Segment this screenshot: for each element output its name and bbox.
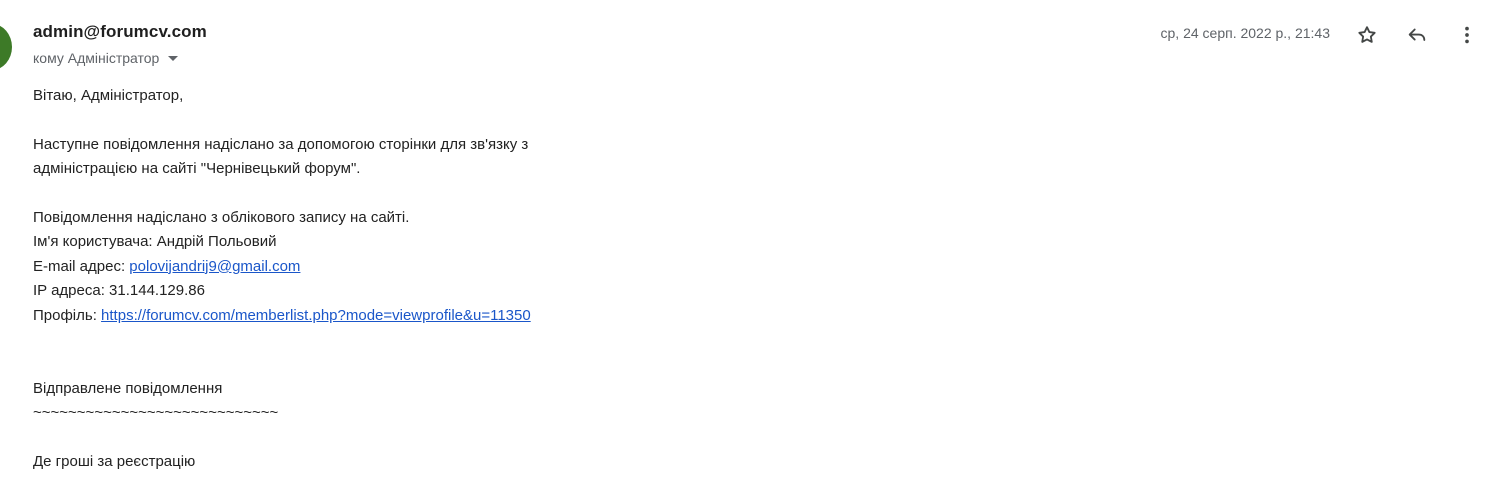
intro-line-1: Наступне повідомлення надіслано за допом… <box>33 135 529 153</box>
ip-value: 31.144.129.86 <box>109 282 205 300</box>
profile-label: Профіль: <box>33 306 97 324</box>
profile-link[interactable]: https://forumcv.com/memberlist.php?mode=… <box>101 307 531 324</box>
caret-down-icon[interactable] <box>168 56 179 61</box>
greeting: Вітаю, Адміністратор, <box>33 87 184 104</box>
username-label: Ім'я користувача: <box>33 233 153 251</box>
reply-arrow-icon <box>1408 28 1426 41</box>
reply-button[interactable] <box>1404 22 1430 48</box>
profile-line: Профіль: https://forumcv.com/memberlist.… <box>33 304 733 328</box>
vertical-dots-icon <box>1465 26 1469 44</box>
star-button[interactable] <box>1354 22 1380 48</box>
username-line: Ім'я користувача: Андрій Польовий <box>33 230 733 254</box>
recipient-details-toggle[interactable]: кому Адміністратор <box>33 50 179 66</box>
email-view: admin@forumcv.com кому Адміністратор ср,… <box>0 0 1497 502</box>
intro-line-2: адміністрацією на сайті "Чернівецький фо… <box>33 160 361 178</box>
email-link[interactable]: polovijandrij9@gmail.com <box>129 258 300 275</box>
star-outline-icon <box>1358 26 1376 43</box>
sender-address[interactable]: admin@forumcv.com <box>33 22 207 42</box>
recipient-prefix: кому <box>33 50 64 66</box>
email-line: E-mail адрес: polovijandrij9@gmail.com <box>33 255 733 279</box>
email-label: E-mail адрес: <box>33 257 126 275</box>
ip-label: IP адреса: <box>33 282 105 300</box>
ip-line: IP адреса: 31.144.129.86 <box>33 279 733 303</box>
separator-line: ~~~~~~~~~~~~~~~~~~~~~~~~~~~~ <box>33 404 279 422</box>
message-text: Де гроші за реєстрацію <box>33 453 196 471</box>
sent-message-heading: Відправлене повідомлення <box>33 379 223 397</box>
account-note: Повідомлення надіслано з облікового запи… <box>33 209 410 226</box>
recipient-name: Адміністратор <box>67 50 160 66</box>
email-body: Вітаю, Адміністратор, Наступне повідомле… <box>33 84 733 474</box>
avatar[interactable] <box>0 24 12 70</box>
username-value: Андрій Польовий <box>156 233 277 251</box>
more-options-button[interactable] <box>1454 22 1480 48</box>
email-date: ср, 24 серп. 2022 р., 21:43 <box>1160 25 1330 41</box>
